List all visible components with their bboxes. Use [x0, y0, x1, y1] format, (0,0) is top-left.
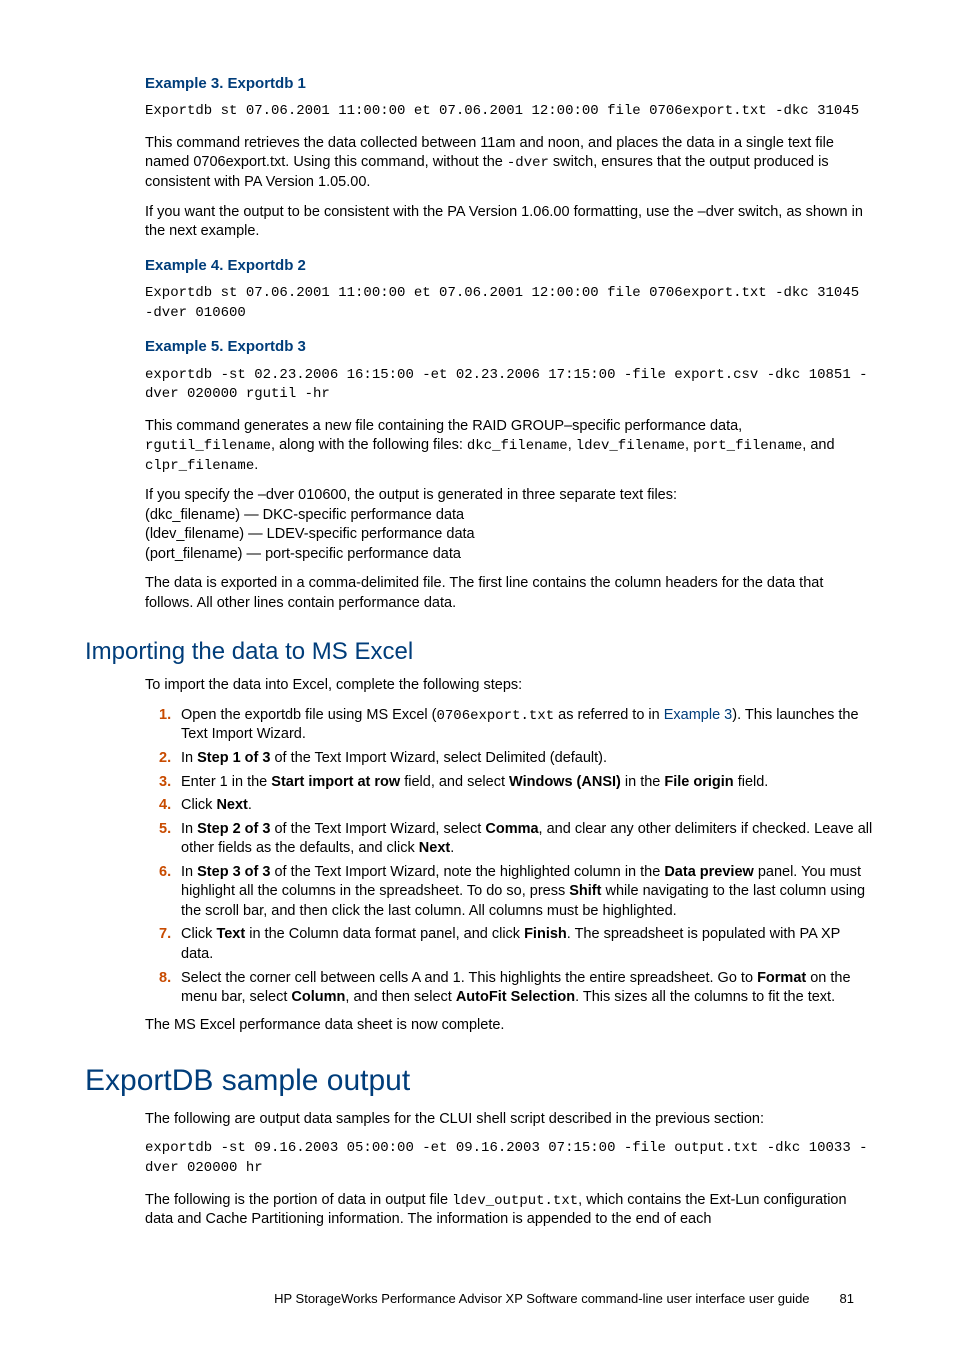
section-importing-heading: Importing the data to MS Excel	[85, 636, 874, 668]
para: The MS Excel performance data sheet is n…	[145, 1016, 874, 1036]
para: To import the data into Excel, complete …	[145, 676, 874, 696]
section-exportdb-sample-heading: ExportDB sample output	[85, 1061, 874, 1102]
para: If you specify the –dver 010600, the out…	[145, 486, 874, 564]
page-number: 81	[840, 1291, 854, 1306]
example-4-heading: Example 4. Exportdb 2	[145, 256, 874, 276]
example-3-heading: Example 3. Exportdb 1	[145, 74, 874, 94]
para: This command generates a new file contai…	[145, 417, 874, 476]
para: The following is the portion of data in …	[145, 1191, 874, 1230]
para: The data is exported in a comma-delimite…	[145, 574, 874, 613]
page-footer: HP StorageWorks Performance Advisor XP S…	[115, 1290, 874, 1308]
example-3-code: Exportdb st 07.06.2001 11:00:00 et 07.06…	[145, 102, 874, 122]
example-5-code: exportdb -st 02.23.2006 16:15:00 -et 02.…	[145, 366, 874, 405]
example-5-heading: Example 5. Exportdb 3	[145, 337, 874, 357]
para: The following are output data samples fo…	[145, 1110, 874, 1130]
example-3-link[interactable]: Example 3	[664, 707, 733, 723]
example-4-code: Exportdb st 07.06.2001 11:00:00 et 07.06…	[145, 284, 874, 323]
para: This command retrieves the data collecte…	[145, 134, 874, 193]
para: If you want the output to be consistent …	[145, 203, 874, 242]
steps-list: 1.Open the exportdb file using MS Excel …	[159, 706, 874, 1008]
sample-code: exportdb -st 09.16.2003 05:00:00 -et 09.…	[145, 1139, 874, 1178]
